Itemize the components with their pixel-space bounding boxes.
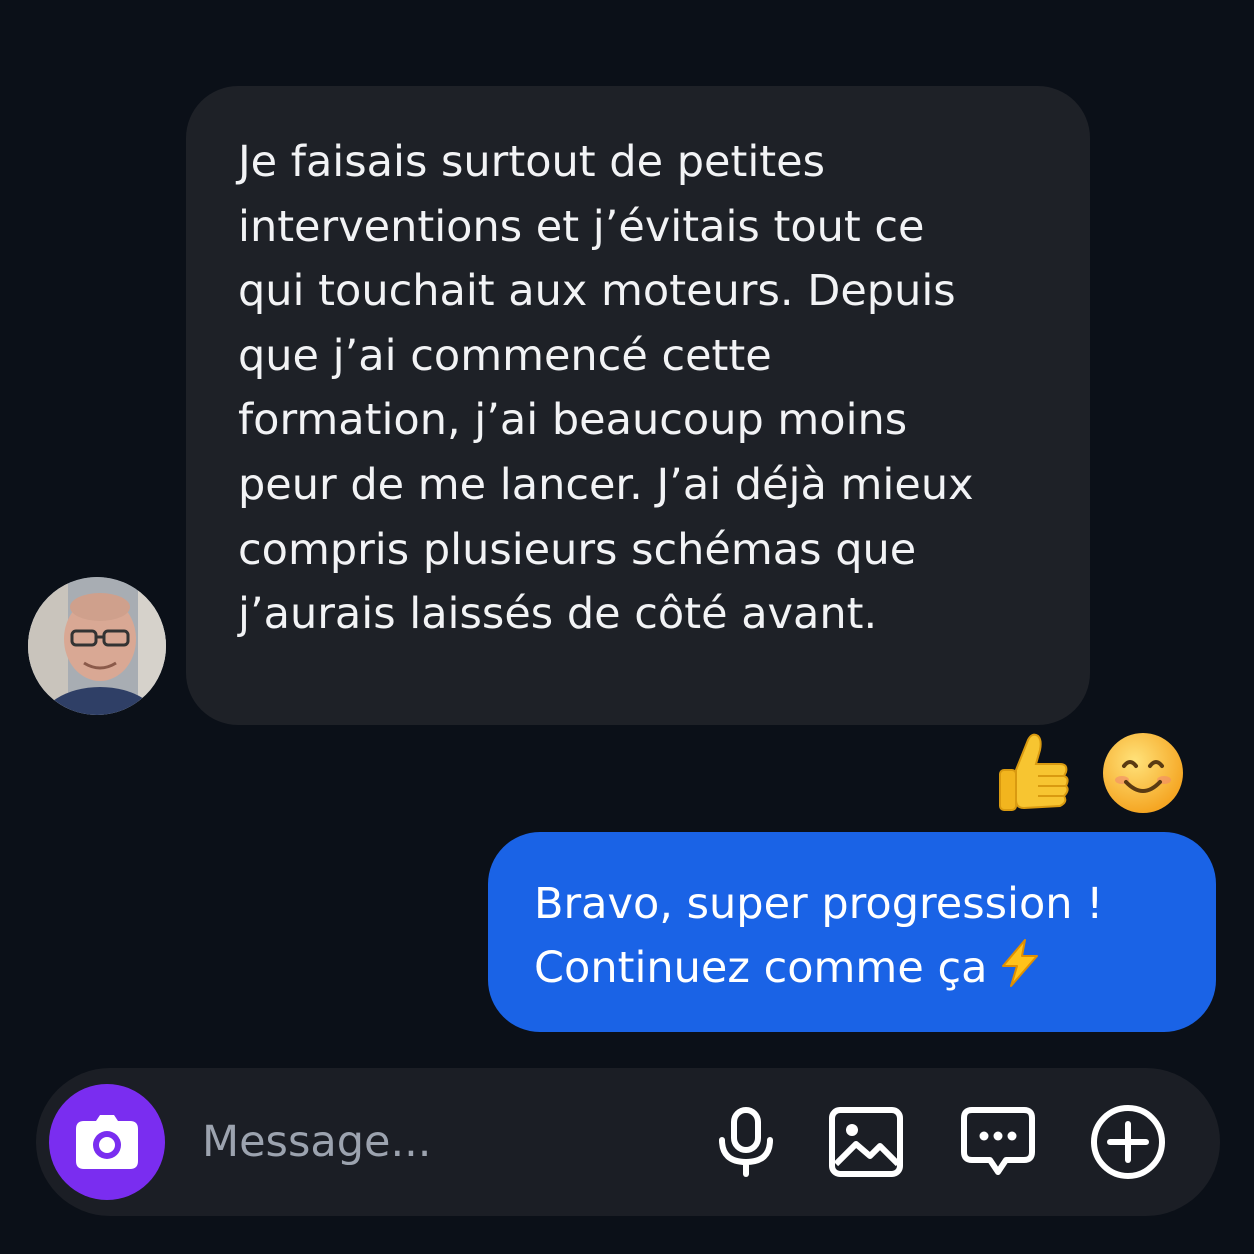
message-composer xyxy=(36,1068,1220,1216)
message-input[interactable] xyxy=(202,1108,682,1176)
microphone-button[interactable] xyxy=(706,1102,786,1182)
message-line: Je faisais surtout de petites xyxy=(238,137,825,187)
message-line: formation, j’ai beaucoup moins xyxy=(238,395,908,446)
avatar-photo xyxy=(28,577,166,715)
camera-icon xyxy=(76,1115,138,1169)
lightning-bolt-icon xyxy=(1002,939,1039,987)
image-icon xyxy=(829,1107,903,1177)
camera-button[interactable] xyxy=(49,1084,165,1200)
incoming-message-bubble[interactable]: Je faisais surtout de petites interventi… xyxy=(186,86,1090,725)
plus-icon xyxy=(1091,1105,1165,1179)
outgoing-line-1: Bravo, super progression ! xyxy=(534,879,1104,929)
microphone-icon xyxy=(719,1107,773,1177)
avatar[interactable] xyxy=(28,577,166,715)
message-reactions[interactable] xyxy=(994,728,1186,818)
thumbs-up-icon[interactable] xyxy=(994,730,1074,816)
image-button[interactable] xyxy=(826,1102,906,1182)
outgoing-message-text: Bravo, super progression ! Continuez com… xyxy=(534,872,1186,1000)
message-line: que j’ai commencé cette xyxy=(238,330,772,381)
message-line: interventions et j’évitais tout ce xyxy=(238,201,925,252)
outgoing-message-bubble[interactable]: Bravo, super progression ! Continuez com… xyxy=(488,832,1216,1032)
add-attachment-button[interactable] xyxy=(1088,1102,1168,1182)
message-line: peur de me lancer. J’ai déjà mieux xyxy=(238,459,974,510)
message-line: compris plusieurs schémas que xyxy=(238,524,917,575)
smiling-face-icon[interactable] xyxy=(1100,730,1186,816)
chat-options-button[interactable] xyxy=(958,1102,1038,1182)
outgoing-line-2: Continuez comme ça xyxy=(534,943,988,993)
chat-bubble-icon xyxy=(961,1107,1035,1175)
outgoing-line-2-wrap: Continuez comme ça xyxy=(534,936,1186,1000)
incoming-message-text: Je faisais surtout de petites interventi… xyxy=(238,130,1050,647)
message-line: j’aurais laissés de côté avant. xyxy=(238,589,878,640)
message-line: qui touchait aux moteurs. Depuis xyxy=(238,266,956,317)
